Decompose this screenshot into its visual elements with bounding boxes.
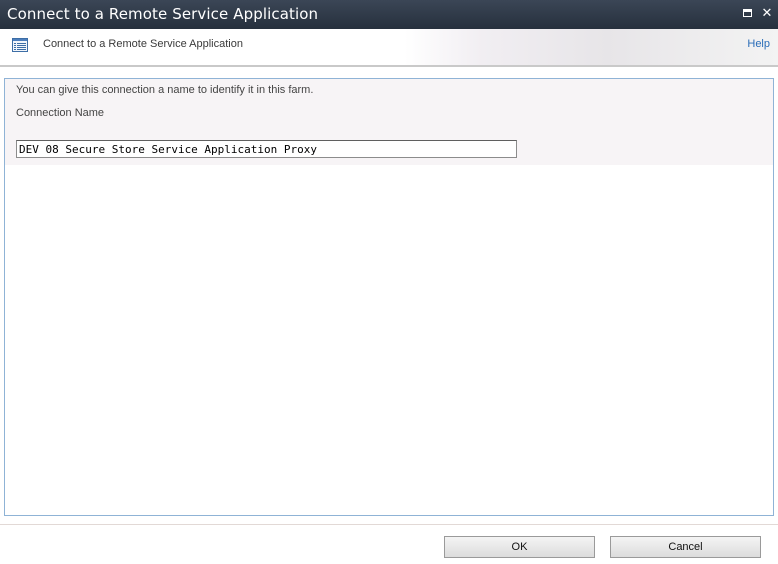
connection-name-label: Connection Name [16,107,105,119]
dialog-title: Connect to a Remote Service Application [7,5,319,23]
ok-button[interactable]: OK [444,536,595,558]
footer-divider [0,524,778,525]
connection-name-input[interactable] [16,140,517,158]
close-icon: ✕ [761,5,773,21]
cancel-button[interactable]: Cancel [610,536,761,558]
section-description: You can give this connection a name to i… [16,84,314,96]
help-link[interactable]: Help [747,38,770,50]
maximize-button[interactable] [740,6,754,20]
page-title: Connect to a Remote Service Application [43,38,243,50]
page-header: Connect to a Remote Service Application … [0,29,778,67]
close-button[interactable]: ✕ [760,6,774,20]
list-page-icon [12,38,28,52]
connection-name-section: You can give this connection a name to i… [5,79,773,165]
dialog-content: You can give this connection a name to i… [4,78,774,516]
dialog-titlebar: Connect to a Remote Service Application … [0,0,778,29]
window-controls: ✕ [740,3,774,23]
maximize-icon [742,9,752,17]
